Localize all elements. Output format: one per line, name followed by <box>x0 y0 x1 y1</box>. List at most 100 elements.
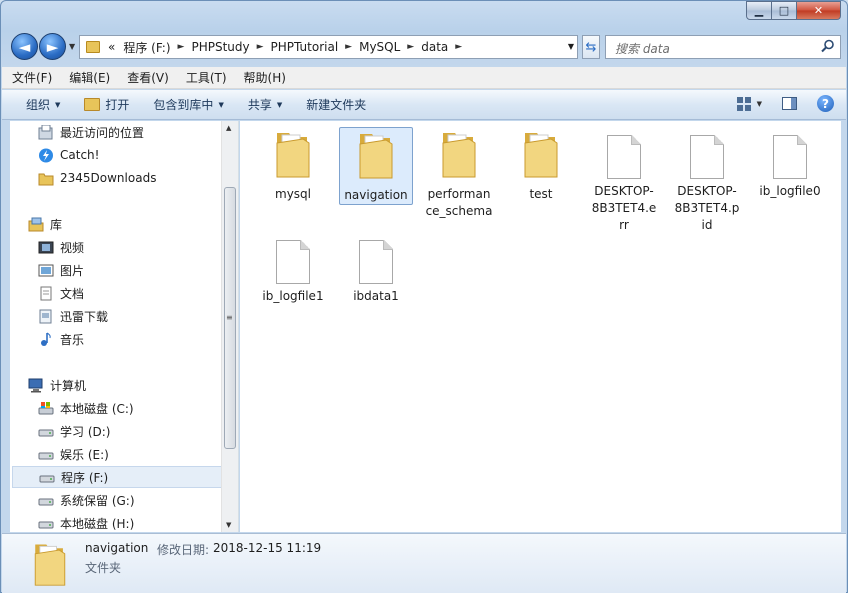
file-name: ib_logfile1 <box>262 289 324 303</box>
navigation-pane-scrollbar[interactable]: ▲ ≡ ▼ <box>221 121 238 532</box>
preview-pane-icon[interactable] <box>782 97 797 110</box>
file-item-ibdata1[interactable]: ibdata1 <box>339 232 413 305</box>
menu-tools[interactable]: 工具(T) <box>176 69 234 86</box>
breadcrumb-item[interactable]: 程序 (F:) <box>119 39 174 56</box>
view-controls: ▼ ? <box>736 95 834 112</box>
sidebar-item-label: 计算机 <box>50 378 87 393</box>
pictures-icon <box>38 264 54 276</box>
breadcrumb-separator-icon[interactable]: ► <box>175 42 188 52</box>
forward-button[interactable]: ► <box>39 33 66 60</box>
breadcrumb-item[interactable]: MySQL <box>355 40 404 54</box>
maximize-button[interactable]: □ <box>772 1 797 20</box>
menu-help[interactable]: 帮助(H) <box>234 69 293 86</box>
menu-file[interactable]: 文件(F) <box>2 69 59 86</box>
folder-icon <box>86 41 100 53</box>
help-icon[interactable]: ? <box>817 95 834 112</box>
scroll-down-icon[interactable]: ▼ <box>226 521 231 529</box>
sidebar-item-computer[interactable]: 计算机 <box>28 374 238 396</box>
file-item-ib-logfile0[interactable]: ib_logfile0 <box>753 127 827 200</box>
file-name: DESKTOP- 8B3TET4.e rr <box>591 184 657 232</box>
new-folder-label: 新建文件夹 <box>306 98 367 112</box>
sidebar-item-pictures[interactable]: 图片 <box>38 259 238 281</box>
drive-icon <box>38 498 54 505</box>
sidebar-item-2345downloads[interactable]: 2345Downloads <box>38 167 238 189</box>
folder-icon <box>442 133 476 178</box>
sidebar-item-label: Catch! <box>60 148 100 162</box>
file-icon <box>276 240 310 284</box>
back-button[interactable]: ◄ <box>11 33 38 60</box>
sidebar-item-recent-places[interactable]: 最近访问的位置 <box>38 121 238 143</box>
menu-edit[interactable]: 编辑(E) <box>59 69 117 86</box>
sidebar-item-libraries[interactable]: 库 <box>28 213 238 235</box>
scrollbar-grip-icon: ≡ <box>226 313 233 322</box>
address-dropdown-icon[interactable]: ▼ <box>568 42 574 51</box>
sidebar-item-drive-d[interactable]: 学习 (D:) <box>38 420 238 442</box>
breadcrumb-separator-icon[interactable]: ► <box>254 42 267 52</box>
file-item-desktop-err[interactable]: DESKTOP- 8B3TET4.e rr <box>587 127 661 234</box>
documents-icon <box>40 286 52 300</box>
explorer-window: ▁ □ ✕ ◄ ► ▼ « 程序 (F:) ► PHPStudy ► PHPTu… <box>0 0 848 593</box>
folder-icon <box>359 134 393 179</box>
drive-icon <box>38 452 54 459</box>
sidebar-item-drive-e[interactable]: 娱乐 (E:) <box>38 443 238 465</box>
navigation-bar: ◄ ► ▼ « 程序 (F:) ► PHPStudy ► PHPTutorial… <box>9 33 841 60</box>
recent-pages-dropdown[interactable]: ▼ <box>69 42 75 51</box>
file-item-desktop-pid[interactable]: DESKTOP- 8B3TET4.p id <box>670 127 744 234</box>
breadcrumb-item[interactable]: data <box>417 40 452 54</box>
sidebar-item-drive-g[interactable]: 系统保留 (G:) <box>38 489 238 511</box>
sidebar-item-label: 文档 <box>60 286 85 301</box>
sidebar-item-music[interactable]: 音乐 <box>38 328 238 350</box>
file-item-test[interactable]: test <box>504 127 578 203</box>
breadcrumb-item[interactable]: PHPStudy <box>187 40 253 54</box>
libraries-icon <box>28 217 44 231</box>
sidebar-item-label: 学习 (D:) <box>60 424 111 439</box>
sidebar-item-drive-h[interactable]: 本地磁盘 (H:) <box>38 512 238 532</box>
file-item-ib-logfile1[interactable]: ib_logfile1 <box>256 232 330 305</box>
search-icon[interactable] <box>821 39 835 53</box>
file-item-performance-schema[interactable]: performan ce_schema <box>422 127 496 220</box>
folder-icon <box>38 173 54 185</box>
menu-bar: 文件(F) 编辑(E) 查看(V) 工具(T) 帮助(H) <box>2 67 846 89</box>
file-icon <box>773 135 807 179</box>
open-button[interactable]: 打开 <box>72 96 141 113</box>
sidebar-item-label: 图片 <box>60 263 85 278</box>
sidebar-item-documents[interactable]: 文档 <box>38 282 238 304</box>
breadcrumb-separator-icon[interactable]: ► <box>452 42 465 52</box>
breadcrumb-separator-icon[interactable]: ► <box>342 42 355 52</box>
address-bar[interactable]: « 程序 (F:) ► PHPStudy ► PHPTutorial ► MyS… <box>79 35 578 59</box>
breadcrumb-separator-icon[interactable]: ► <box>404 42 417 52</box>
change-view-icon[interactable] <box>736 96 751 111</box>
file-item-mysql[interactable]: mysql <box>256 127 330 203</box>
sidebar-item-drive-c[interactable]: 本地磁盘 (C:) <box>38 397 238 419</box>
breadcrumb-overflow[interactable]: « <box>104 40 119 54</box>
refresh-button[interactable]: ⇆ <box>582 35 600 59</box>
file-item-navigation[interactable]: navigation <box>339 127 413 205</box>
sidebar-item-label: 本地磁盘 (C:) <box>60 401 134 416</box>
share-button[interactable]: 共享 ▼ <box>236 96 294 113</box>
include-in-library-button[interactable]: 包含到库中 ▼ <box>141 96 235 113</box>
chevron-down-icon: ▼ <box>218 100 224 109</box>
file-list: mysql navigation performan ce_schema tes… <box>240 121 841 532</box>
menu-view[interactable]: 查看(V) <box>117 69 176 86</box>
close-button[interactable]: ✕ <box>797 1 841 20</box>
sidebar-item-thunder-downloads[interactable]: 迅雷下载 <box>38 305 238 327</box>
sidebar-item-drive-f[interactable]: 程序 (F:) <box>12 466 222 488</box>
minimize-button[interactable]: ▁ <box>746 1 772 20</box>
sidebar-item-videos[interactable]: 视频 <box>38 236 238 258</box>
file-icon <box>690 135 724 179</box>
new-folder-button[interactable]: 新建文件夹 <box>294 96 378 113</box>
scroll-up-icon[interactable]: ▲ <box>226 124 231 132</box>
file-name: navigation <box>344 188 408 202</box>
file-name: test <box>529 187 553 201</box>
search-box[interactable]: 搜索 data <box>605 35 841 59</box>
sidebar-item-label: 库 <box>50 217 63 232</box>
view-options-chevron-icon[interactable]: ▼ <box>757 100 762 108</box>
details-file-type: 文件夹 <box>85 561 122 575</box>
folder-icon <box>524 133 558 178</box>
breadcrumb-item[interactable]: PHPTutorial <box>267 40 343 54</box>
sidebar-item-label: 最近访问的位置 <box>60 125 145 140</box>
back-arrow-icon: ◄ <box>18 37 31 56</box>
sidebar-item-catch[interactable]: Catch! <box>38 144 238 166</box>
organize-button[interactable]: 组织 ▼ <box>2 96 72 113</box>
navigation-pane: 最近访问的位置 Catch! 2345Downloads 库 视频 图片 文档 <box>10 121 239 532</box>
